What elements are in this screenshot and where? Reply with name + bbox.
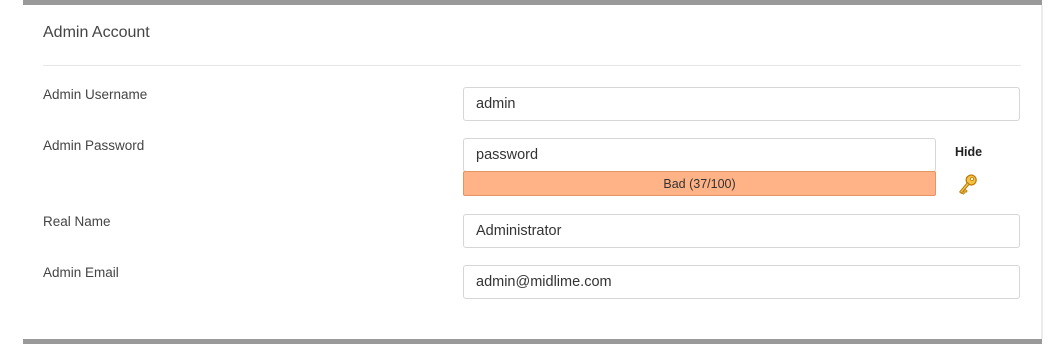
admin-username-input[interactable] [463, 87, 1020, 121]
admin-account-panel: Admin Account Admin Username Admin Passw… [23, 0, 1042, 344]
section-title: Admin Account [43, 24, 150, 41]
admin-password-input[interactable] [463, 138, 936, 172]
panel-edge-shadow [1041, 5, 1043, 339]
admin-password-label: Admin Password [43, 138, 145, 153]
hide-password-toggle[interactable]: Hide [955, 145, 982, 159]
admin-email-input[interactable] [463, 265, 1020, 299]
password-strength-bar: Bad (37/100) [463, 171, 936, 196]
password-strength-text: Bad (37/100) [663, 176, 736, 191]
real-name-label: Real Name [43, 214, 111, 229]
real-name-input[interactable] [463, 214, 1020, 248]
admin-email-label: Admin Email [43, 265, 119, 280]
key-icon[interactable] [955, 172, 979, 198]
admin-username-label: Admin Username [43, 87, 148, 102]
section-divider [43, 65, 1021, 66]
key-icon-graphic [958, 174, 977, 195]
